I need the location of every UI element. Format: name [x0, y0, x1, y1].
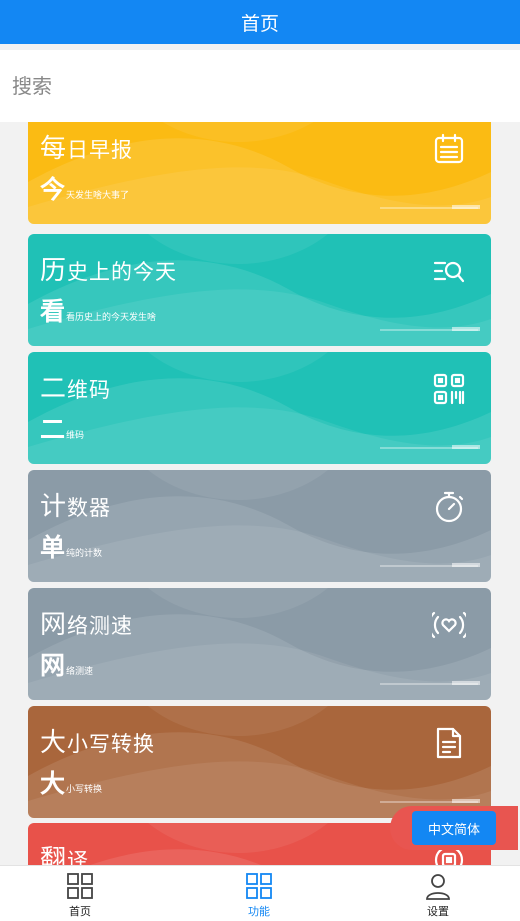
user-icon: [426, 874, 450, 900]
language-label: 中文简体: [427, 822, 480, 838]
card-subtitle: 看看历史上的今天发生啥: [40, 297, 157, 326]
search-input[interactable]: [0, 73, 494, 99]
tab-features[interactable]: 功能: [214, 871, 304, 919]
card-title: 每日早报: [40, 134, 134, 164]
card-title: 计数器: [40, 492, 112, 522]
decor-line-accent: [452, 445, 480, 449]
grid-icon: [246, 873, 272, 899]
list-search-icon: [433, 261, 465, 283]
tab-label: 设置: [427, 905, 449, 918]
card-subtitle: 大小写转换: [40, 769, 103, 798]
card-qrcode[interactable]: 二维码 二维码: [28, 352, 491, 464]
feature-list[interactable]: 每日早报 今天发生啥大事了 历史上的今天 看看历史上的今天发生啥 二维码 二维码: [0, 122, 520, 865]
bottom-tabbar: 首页 功能 设置: [0, 865, 520, 921]
decor-line-accent: [452, 205, 480, 209]
card-subtitle: 今天发生啥大事了: [40, 175, 130, 204]
decor-line-accent: [452, 799, 480, 803]
card-title: 翻译: [40, 845, 90, 865]
decor-line-accent: [452, 681, 480, 685]
stopwatch-icon: [435, 491, 464, 523]
card-history-today[interactable]: 历史上的今天 看看历史上的今天发生啥: [28, 234, 491, 346]
tab-label: 首页: [69, 905, 91, 918]
card-title: 网络测速: [40, 610, 134, 640]
signal-heart-icon: [432, 611, 466, 639]
qrcode-icon: [433, 373, 465, 405]
card-title: 历史上的今天: [40, 256, 178, 286]
tab-label: 功能: [248, 905, 270, 918]
card-title: 大小写转换: [40, 728, 156, 758]
card-network-speed[interactable]: 网络测速 网络测速: [28, 588, 491, 700]
card-subtitle: 网络测速: [40, 651, 94, 680]
card-subtitle: 单纯的计数: [40, 533, 103, 562]
card-title: 二维码: [40, 374, 112, 404]
tab-settings[interactable]: 设置: [393, 871, 483, 919]
calendar-icon: [434, 133, 464, 164]
document-icon: [436, 727, 462, 759]
tab-home[interactable]: 首页: [35, 871, 125, 919]
language-switch[interactable]: 中文简体: [390, 806, 518, 850]
search-bar[interactable]: [0, 50, 520, 122]
card-subtitle: 二维码: [40, 415, 85, 444]
page-title: 首页: [240, 12, 279, 35]
decor-line-accent: [452, 563, 480, 567]
card-daily-news[interactable]: 每日早报 今天发生啥大事了: [28, 122, 491, 224]
grid-icon: [67, 873, 93, 899]
card-counter[interactable]: 计数器 单纯的计数: [28, 470, 491, 582]
header-bar: 首页: [0, 0, 520, 44]
card-case-convert[interactable]: 大小写转换 大小写转换: [28, 706, 491, 818]
decor-line-accent: [452, 327, 480, 331]
language-button[interactable]: 中文简体: [412, 811, 496, 845]
